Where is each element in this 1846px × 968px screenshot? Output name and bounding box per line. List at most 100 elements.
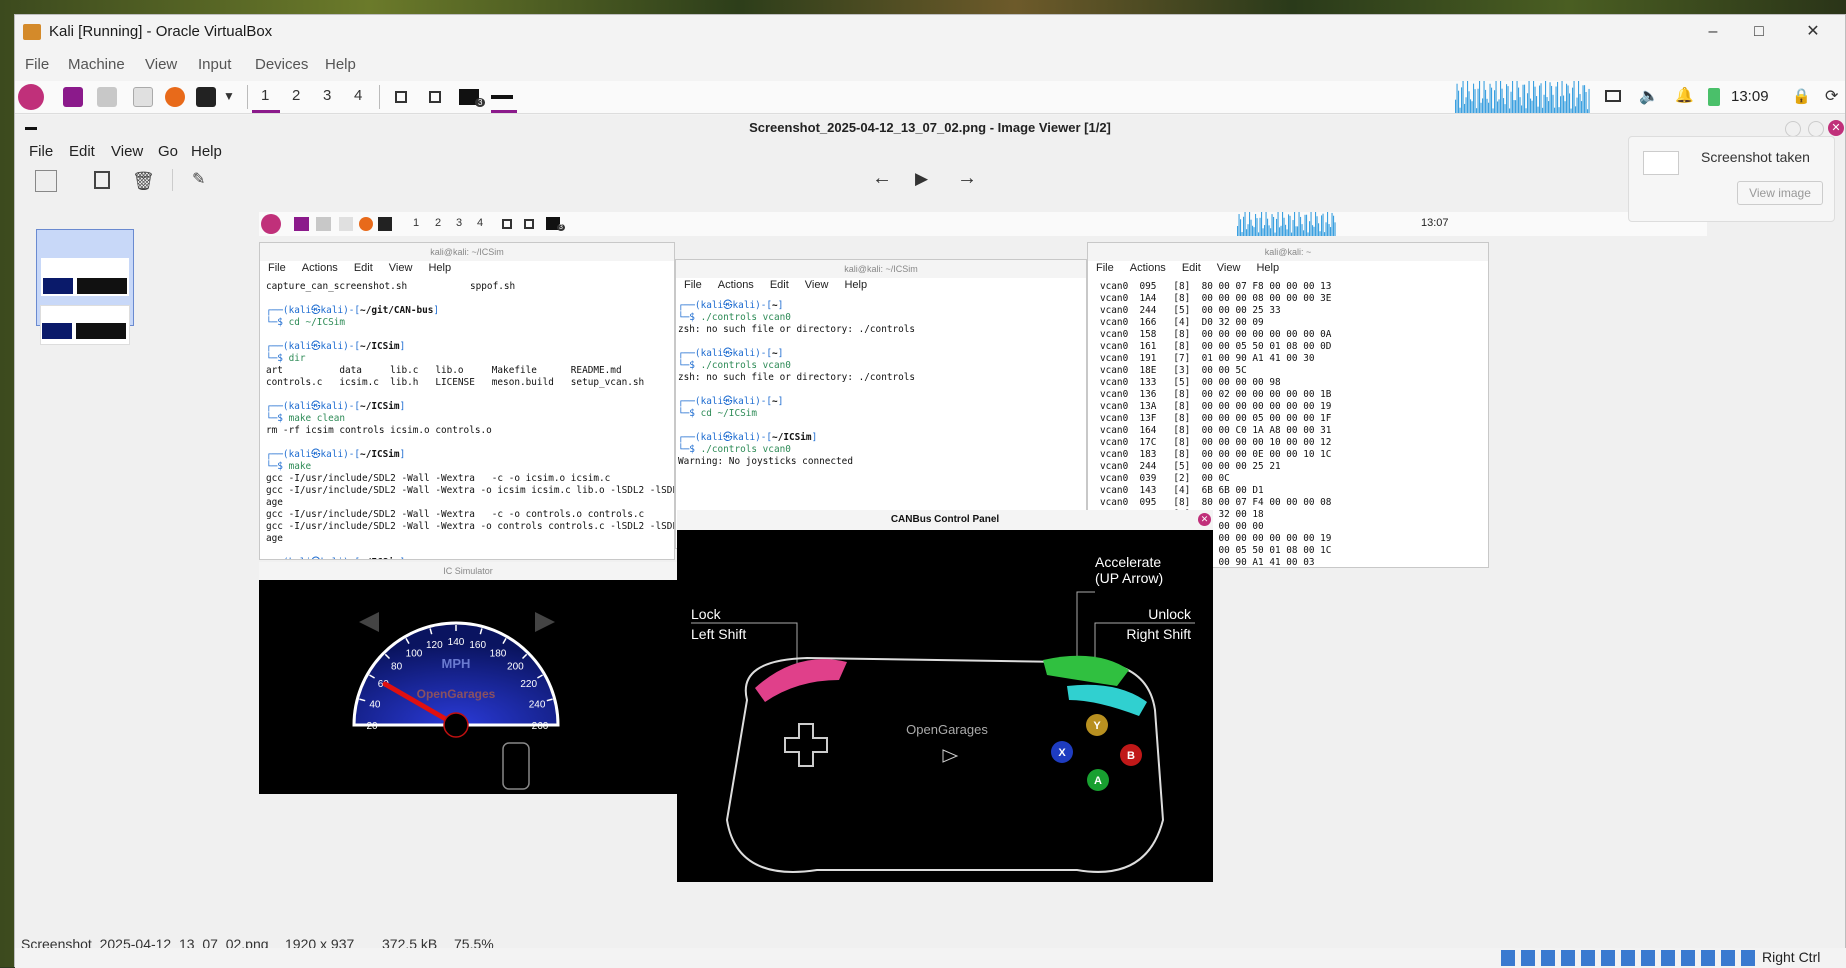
workspace-1[interactable]: 1 (261, 87, 269, 104)
active-workspace-indicator (252, 110, 280, 113)
battery-icon[interactable] (1708, 88, 1720, 106)
viewer-minimize-button[interactable] (1785, 121, 1801, 137)
lock-icon[interactable]: 🔒 (1792, 87, 1811, 105)
vbox-titlebar: Kali [Running] - Oracle VirtualBox – □ ✕ (15, 15, 1845, 49)
term3-menu-actions: Actions (1129, 262, 1166, 274)
gauge-tick-label: 40 (369, 699, 381, 710)
power-icon[interactable]: ⟳ (1825, 86, 1838, 106)
vbox-menu-view[interactable]: View (145, 56, 177, 73)
vbox-menu-file[interactable]: File (25, 56, 49, 73)
dpad-icon (784, 723, 828, 767)
term2-menu-actions: Actions (717, 279, 754, 291)
vbox-menu-machine[interactable]: Machine (68, 56, 125, 73)
canbus-control-panel-window: CANBus Control Panel ✕ Lock Left Shift U… (677, 510, 1213, 882)
gauge-tick-label: 200 (507, 662, 524, 673)
desktop-icon[interactable] (63, 87, 83, 107)
text-editor-icon (339, 217, 353, 231)
inner-workspace-3: 3 (456, 217, 463, 229)
save-icon[interactable] (94, 171, 110, 189)
control-panel-title: CANBus Control Panel (677, 510, 1213, 530)
gauge-brand: OpenGarages (417, 687, 496, 701)
delete-icon[interactable]: 🗑 (132, 171, 155, 192)
vbox-menu-help[interactable]: Help (325, 56, 356, 73)
gauge-tick-label: 140 (448, 637, 465, 648)
kali-top-panel: ▼ 1 2 3 4 3 🔈 🔔 13:09 🔒 ⟳ (15, 81, 1845, 114)
terminal-3-title: kali@kali: ~ (1088, 243, 1488, 261)
next-arrow-icon[interactable]: → (957, 167, 977, 190)
workspace-3[interactable]: 3 (323, 87, 331, 104)
gamepad-illustration: OpenGarages Y X B A (691, 591, 1195, 873)
window-icon[interactable] (429, 91, 441, 103)
gauge-tick-label: 20 (366, 721, 378, 732)
terminal-2-output: ┌──(kali㉿kali)-[~] └─$ ./controls vcan0 … (678, 300, 916, 467)
thumbnail-item[interactable] (36, 299, 134, 347)
viewer-menu-file[interactable]: File (29, 143, 53, 160)
edit-pencil-icon[interactable]: ✎ (192, 169, 205, 189)
bell-icon[interactable]: 🔔 (1675, 86, 1694, 104)
viewer-menu-go[interactable]: Go (158, 143, 178, 160)
window-icon[interactable] (395, 91, 407, 103)
term1-menu-view: View (388, 262, 413, 274)
desktop-icon (294, 217, 309, 231)
previous-arrow-icon[interactable]: ← (872, 167, 892, 190)
volume-icon[interactable]: 🔈 (1639, 86, 1659, 106)
term2-menu-view: View (804, 279, 829, 291)
terminal-window-2: kali@kali: ~/ICSim File Actions Edit View He… (675, 259, 1087, 549)
screenshot-notification: Screenshot taken View image (1628, 136, 1835, 222)
vbox-menu-devices[interactable]: Devices (255, 56, 308, 73)
terminal-icon (378, 217, 392, 231)
term2-menu-help: Help (844, 279, 868, 291)
needle-hub (443, 712, 469, 738)
term3-menu-edit: Edit (1181, 262, 1201, 274)
clock[interactable]: 13:09 (1731, 88, 1769, 105)
term2-menu-edit: Edit (769, 279, 789, 291)
term1-file-2: sppof.sh (470, 281, 516, 292)
workspace-4[interactable]: 4 (354, 87, 362, 104)
gauge-unit: MPH (442, 656, 471, 671)
cpu-graph-icon (1237, 212, 1336, 236)
viewer-menu-help[interactable]: Help (191, 143, 222, 160)
files-icon[interactable] (97, 87, 117, 107)
unlock-shoulder-button (1067, 684, 1147, 716)
right-turn-signal-icon (535, 612, 555, 632)
b-button: B (1127, 750, 1135, 762)
play-slideshow-icon[interactable]: ▶ (915, 169, 928, 189)
terminal-3-menu: File Actions Edit View Help (1088, 262, 1488, 280)
viewer-maximize-button[interactable] (1808, 121, 1824, 137)
workspace-2[interactable]: 2 (292, 87, 300, 104)
gamepad-brand: OpenGarages (906, 722, 988, 737)
display-icon[interactable] (1605, 90, 1621, 102)
inner-workspace-4: 4 (477, 217, 484, 229)
view-image-button[interactable]: View image (1737, 181, 1823, 205)
minimize-button[interactable]: – (1691, 19, 1735, 45)
toolbar-divider (172, 169, 173, 191)
vbox-menubar: File Machine View Input Devices Help (15, 49, 1845, 79)
vbox-menu-input[interactable]: Input (198, 56, 231, 73)
inner-kali-panel: 1 2 3 4 3 13:07 (259, 212, 1707, 236)
thumbnail-toggle-icon[interactable] (35, 170, 57, 192)
notification-title: Screenshot taken (1701, 149, 1810, 165)
term1-menu-help: Help (428, 262, 452, 274)
a-button: A (1094, 775, 1102, 787)
kali-menu-icon[interactable] (18, 84, 44, 110)
maximize-button[interactable]: □ (1737, 19, 1781, 45)
y-button: Y (1093, 720, 1101, 732)
gauge-tick-label: 100 (406, 648, 423, 659)
viewer-close-button[interactable]: ✕ (1828, 120, 1844, 136)
term1-menu-edit: Edit (353, 262, 373, 274)
task-count-badge: 3 (557, 224, 565, 231)
viewer-menu-view[interactable]: View (111, 143, 143, 160)
firefox-icon[interactable] (165, 87, 185, 107)
term1-file-1: capture_can_screenshot.sh (266, 281, 408, 292)
terminal-icon[interactable] (196, 87, 216, 107)
task-item[interactable] (491, 95, 513, 99)
close-button[interactable]: ✕ (1791, 19, 1835, 45)
vbox-statusbar: Right Ctrl (15, 948, 1846, 968)
vbox-title-text: Kali [Running] - Oracle VirtualBox (49, 23, 273, 40)
inner-clock: 13:07 (1421, 217, 1449, 229)
vbox-device-icons[interactable] (1501, 950, 1759, 966)
car-door-icon (502, 742, 530, 790)
text-editor-icon[interactable] (133, 87, 153, 107)
viewer-menu-edit[interactable]: Edit (69, 143, 95, 160)
chevron-down-icon[interactable]: ▼ (223, 89, 235, 103)
